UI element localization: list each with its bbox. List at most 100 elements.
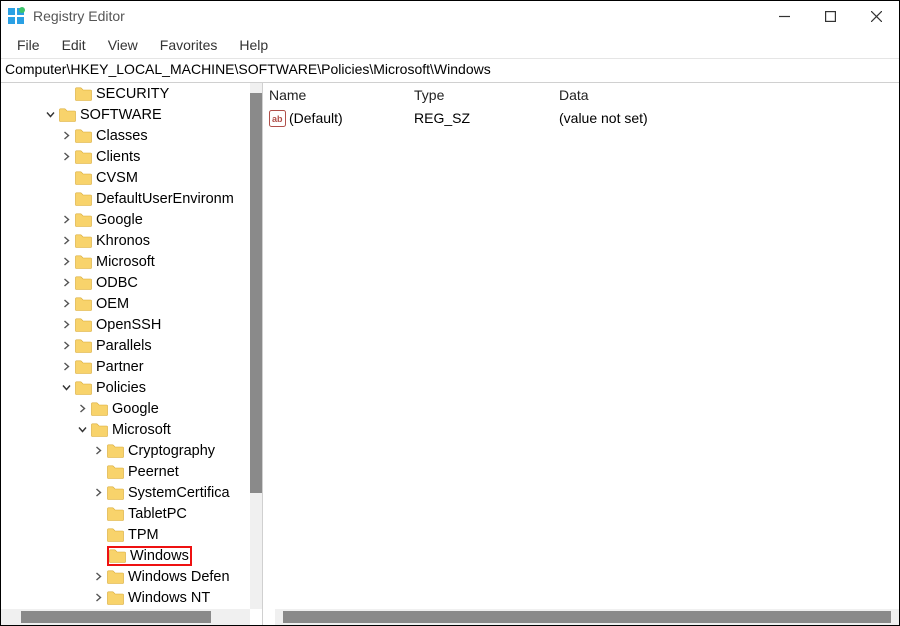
tree-item[interactable]: Cryptography (1, 440, 250, 461)
chevron-right-icon[interactable] (75, 402, 89, 416)
folder-icon (91, 423, 108, 437)
tree-item[interactable]: Google (1, 209, 250, 230)
chevron-right-icon[interactable] (59, 255, 73, 269)
tree-item-content[interactable]: ODBC (75, 273, 141, 292)
chevron-right-icon[interactable] (59, 150, 73, 164)
menu-help[interactable]: Help (229, 35, 278, 55)
column-header-type[interactable]: Type (414, 87, 559, 103)
tree-item-content[interactable]: Parallels (75, 336, 155, 355)
chevron-right-icon[interactable] (91, 591, 105, 605)
folder-icon (107, 507, 124, 521)
tree-item[interactable]: Classes (1, 125, 250, 146)
chevron-down-icon[interactable] (59, 381, 73, 395)
tree-item[interactable]: SECURITY (1, 83, 250, 104)
chevron-right-icon[interactable] (59, 318, 73, 332)
tree-item-label: TPM (128, 527, 159, 543)
tree-item[interactable]: TPM (1, 524, 250, 545)
tree-item-content[interactable]: OEM (75, 294, 132, 313)
tree-item[interactable]: Peernet (1, 461, 250, 482)
menu-file[interactable]: File (7, 35, 50, 55)
tree-item-content[interactable]: OpenSSH (75, 315, 164, 334)
tree-item-content[interactable]: TabletPC (107, 504, 190, 523)
tree-item[interactable]: Windows NT (1, 587, 250, 608)
tree-item[interactable]: Microsoft (1, 419, 250, 440)
chevron-down-icon[interactable] (75, 423, 89, 437)
tree-item-content[interactable]: Cryptography (107, 441, 218, 460)
tree-item[interactable]: Khronos (1, 230, 250, 251)
address-bar[interactable]: Computer\HKEY_LOCAL_MACHINE\SOFTWARE\Pol… (1, 59, 899, 83)
tree-item[interactable]: Microsoft (1, 251, 250, 272)
tree-item-content[interactable]: Windows (107, 546, 192, 566)
column-header-name[interactable]: Name (269, 87, 414, 103)
tree-item[interactable]: Clients (1, 146, 250, 167)
folder-icon (75, 255, 92, 269)
tree-horizontal-scrollbar[interactable] (1, 609, 250, 625)
scrollbar-thumb[interactable] (250, 93, 262, 493)
tree-item[interactable]: ODBC (1, 272, 250, 293)
tree-item-label: Clients (96, 149, 140, 165)
folder-icon (75, 150, 92, 164)
chevron-right-icon[interactable] (59, 129, 73, 143)
value-row[interactable]: ab(Default)REG_SZ(value not set) (263, 107, 899, 129)
maximize-button[interactable] (807, 1, 853, 31)
chevron-right-icon[interactable] (59, 360, 73, 374)
values-horizontal-scrollbar[interactable] (275, 609, 899, 625)
tree-item[interactable]: Windows Defen (1, 566, 250, 587)
tree-item-content[interactable]: Windows Defen (107, 567, 233, 586)
tree-item[interactable]: SOFTWARE (1, 104, 250, 125)
chevron-right-icon[interactable] (59, 339, 73, 353)
scrollbar-thumb[interactable] (283, 611, 891, 623)
tree-item-label: Google (112, 401, 159, 417)
scrollbar-thumb[interactable] (21, 611, 211, 623)
tree-item[interactable]: DefaultUserEnvironm (1, 188, 250, 209)
tree-item-content[interactable]: SOFTWARE (59, 105, 165, 124)
tree-item-content[interactable]: CVSM (75, 168, 141, 187)
tree-item-content[interactable]: Google (75, 210, 146, 229)
chevron-down-icon[interactable] (43, 108, 57, 122)
chevron-right-icon[interactable] (59, 297, 73, 311)
tree-item-content[interactable]: SystemCertifica (107, 483, 233, 502)
minimize-button[interactable] (761, 1, 807, 31)
value-name: (Default) (289, 110, 343, 126)
tree-item-content[interactable]: Google (91, 399, 162, 418)
tree-item-content[interactable]: Partner (75, 357, 147, 376)
tree-item-content[interactable]: Microsoft (91, 420, 174, 439)
chevron-right-icon[interactable] (59, 276, 73, 290)
tree-item[interactable]: Google (1, 398, 250, 419)
chevron-right-icon[interactable] (59, 213, 73, 227)
tree-item-content[interactable]: Peernet (107, 462, 182, 481)
chevron-right-icon[interactable] (59, 234, 73, 248)
chevron-right-icon[interactable] (91, 570, 105, 584)
tree-item-label: SOFTWARE (80, 107, 162, 123)
folder-icon (59, 108, 76, 122)
tree-item-content[interactable]: TPM (107, 525, 162, 544)
tree-item-label: Windows Defen (128, 569, 230, 585)
menu-view[interactable]: View (98, 35, 148, 55)
chevron-right-icon[interactable] (91, 444, 105, 458)
tree-item[interactable]: TabletPC (1, 503, 250, 524)
tree-item-content[interactable]: Policies (75, 378, 149, 397)
menu-favorites[interactable]: Favorites (150, 35, 228, 55)
tree-item-label: Cryptography (128, 443, 215, 459)
tree-item[interactable]: Parallels (1, 335, 250, 356)
close-button[interactable] (853, 1, 899, 31)
column-header-data[interactable]: Data (559, 87, 899, 103)
tree-item-content[interactable]: Microsoft (75, 252, 158, 271)
tree-item-content[interactable]: SECURITY (75, 84, 172, 103)
tree-item-content[interactable]: Classes (75, 126, 151, 145)
tree-item[interactable]: Policies (1, 377, 250, 398)
tree-item-content[interactable]: Windows NT (107, 588, 213, 607)
tree-item[interactable]: OpenSSH (1, 314, 250, 335)
tree-item-content[interactable]: Khronos (75, 231, 153, 250)
tree-item[interactable]: Windows (1, 545, 250, 566)
tree-item-content[interactable]: Clients (75, 147, 143, 166)
chevron-right-icon[interactable] (91, 486, 105, 500)
tree-item[interactable]: Partner (1, 356, 250, 377)
tree-item[interactable]: SystemCertifica (1, 482, 250, 503)
tree-vertical-scrollbar[interactable] (250, 83, 262, 609)
tree-item[interactable]: OEM (1, 293, 250, 314)
tree-item-content[interactable]: DefaultUserEnvironm (75, 189, 237, 208)
menu-edit[interactable]: Edit (52, 35, 96, 55)
folder-icon (107, 486, 124, 500)
tree-item[interactable]: CVSM (1, 167, 250, 188)
